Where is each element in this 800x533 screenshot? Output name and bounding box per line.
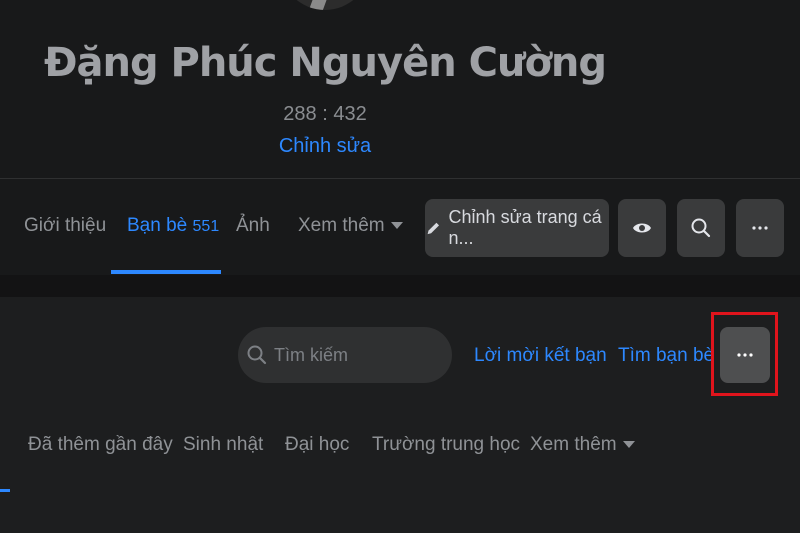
tab-more[interactable]: Xem thêm bbox=[298, 215, 403, 237]
tab-friends-count: 551 bbox=[192, 218, 220, 235]
profile-name: Đặng Phúc Nguyên Cường bbox=[43, 40, 607, 86]
search-icon bbox=[247, 345, 267, 365]
subtab-birthdays[interactable]: Sinh nhật bbox=[183, 434, 263, 456]
subtab-university[interactable]: Đại học bbox=[285, 434, 349, 456]
active-tab-indicator bbox=[111, 270, 221, 274]
highlight-box bbox=[711, 312, 778, 396]
tab-friends-label: Bạn bè bbox=[127, 215, 188, 236]
more-dots-icon bbox=[752, 226, 768, 230]
find-friends-link[interactable]: Tìm bạn bè bbox=[618, 345, 714, 367]
subtab-high-school[interactable]: Trường trung học bbox=[372, 434, 520, 456]
section-gap bbox=[0, 275, 800, 297]
friends-search-input[interactable]: Tìm kiếm bbox=[238, 327, 452, 383]
search-icon bbox=[691, 218, 711, 238]
tab-photos[interactable]: Ảnh bbox=[236, 215, 270, 237]
caret-down-icon bbox=[622, 441, 635, 449]
active-subtab-indicator bbox=[0, 489, 10, 492]
search-profile-button[interactable] bbox=[677, 199, 725, 257]
subtab-recently-added[interactable]: Đã thêm gần đây bbox=[28, 434, 173, 456]
subtab-more[interactable]: Xem thêm bbox=[530, 434, 635, 456]
profile-avatar[interactable] bbox=[280, 0, 370, 10]
subtab-more-label: Xem thêm bbox=[530, 434, 617, 455]
eye-icon bbox=[633, 223, 651, 233]
friend-requests-link[interactable]: Lời mời kết bạn bbox=[474, 345, 607, 367]
caret-down-icon bbox=[390, 222, 403, 230]
tab-intro[interactable]: Giới thiệu bbox=[24, 215, 106, 237]
search-placeholder: Tìm kiếm bbox=[274, 344, 348, 365]
edit-link[interactable]: Chỉnh sửa bbox=[0, 135, 650, 158]
tab-friends[interactable]: Bạn bè 551 bbox=[127, 215, 219, 237]
pencil-icon bbox=[427, 222, 440, 235]
profile-stats: 288 : 432 bbox=[283, 103, 367, 125]
profile-options-button[interactable] bbox=[736, 199, 784, 257]
edit-profile-button[interactable]: Chỉnh sửa trang cá n... bbox=[425, 199, 609, 257]
edit-profile-label: Chỉnh sửa trang cá n... bbox=[448, 207, 602, 248]
tab-more-label: Xem thêm bbox=[298, 215, 385, 236]
view-as-button[interactable] bbox=[618, 199, 666, 257]
